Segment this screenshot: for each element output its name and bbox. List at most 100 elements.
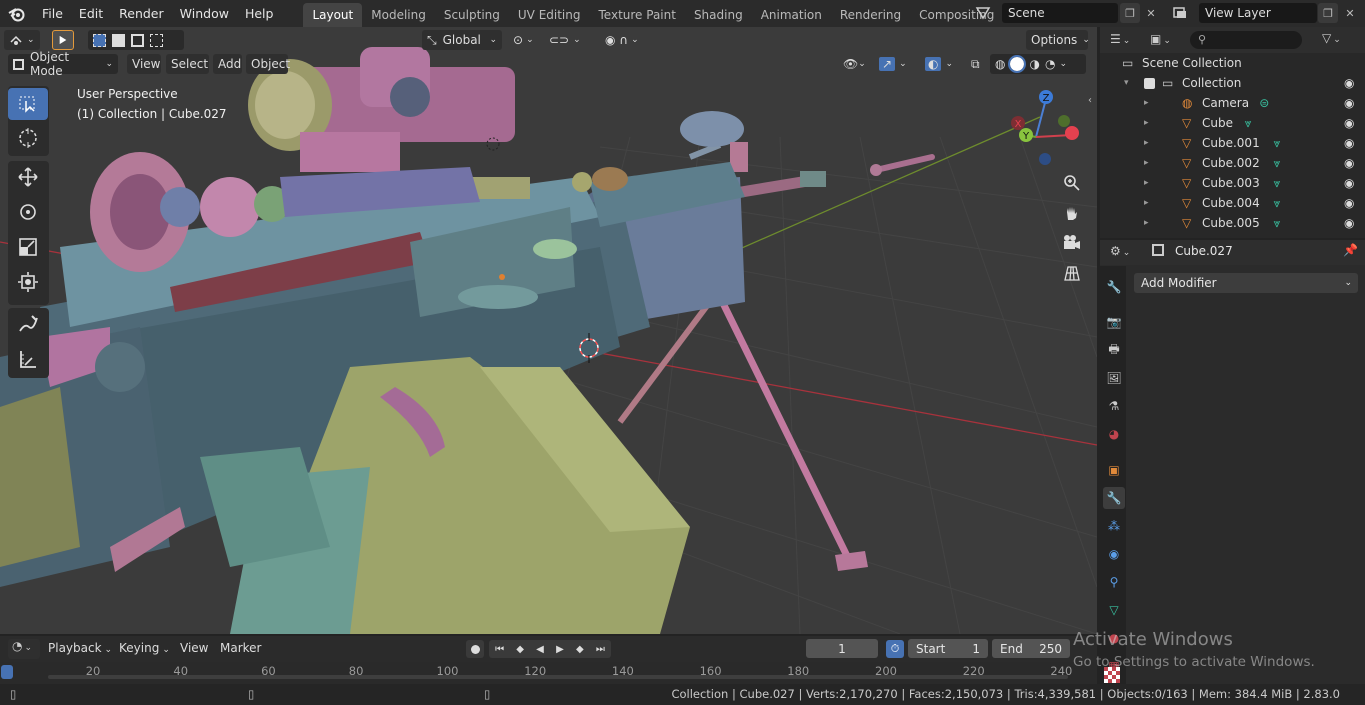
chevron-right-icon[interactable]: ▸ [1144,218,1149,228]
outliner-item[interactable]: ▸ ▽ Cube ⩔ ◉ [1100,113,1365,133]
playhead[interactable] [1,665,13,679]
menu-marker[interactable]: Marker [220,641,261,655]
outliner-item[interactable]: ▸ ▽ Cube.003 ⩔ ◉ [1100,173,1365,193]
3d-viewport[interactable]: ⌄ ⤡ Global ⌄ ⊙ ⌄ ⊂⊃ ⌄ ◉ ∩ ⌄ Options ⌄ Object M… [0,27,1097,634]
pan-hand-icon[interactable] [1058,199,1086,227]
menu-view[interactable]: View [127,54,161,74]
scene-tab-icon[interactable]: ⚗ [1103,395,1125,417]
add-modifier-dropdown[interactable]: Add Modifier ⌄ [1134,273,1358,293]
scene-field[interactable]: Scene [1002,3,1118,23]
wireframe-shading-icon[interactable]: ◍ [995,57,1005,71]
mesh-data-icon[interactable]: ⩔ [1274,216,1281,231]
outliner-item[interactable]: ▸ ▽ Cube.005 ⩔ ◉ [1100,213,1365,233]
mesh-data-icon[interactable]: ⩔ [1274,156,1281,171]
menu-edit[interactable]: Edit [71,0,111,27]
perspective-grid-icon[interactable] [1058,259,1086,287]
mode-dropdown[interactable]: Object Mode ⌄ [8,50,118,78]
gizmo-toggle-icon[interactable]: ↗ ⌄ [874,54,916,74]
visibility-icon[interactable]: 👁 ⌄ [838,54,868,74]
render-tab-icon[interactable]: 📷 [1103,311,1125,333]
scene-icon[interactable] [973,3,993,23]
tab-rendering[interactable]: Rendering [831,3,910,27]
outliner-item[interactable]: ▸ ▽ Cube.004 ⩔ ◉ [1100,193,1365,213]
cursor-tool-icon[interactable] [8,122,48,154]
menu-select[interactable]: Select [166,54,209,74]
menu-window[interactable]: Window [172,0,237,27]
view-layer-field[interactable]: View Layer [1199,3,1317,23]
object-tab-icon[interactable]: ▣ [1103,459,1125,481]
chevron-right-icon[interactable]: ▸ [1144,138,1149,148]
data-tab-icon[interactable]: ▽ [1103,599,1125,621]
transform-tool-icon[interactable] [8,266,48,298]
editor-type-button[interactable]: ⌄ [4,30,40,50]
chevron-right-icon[interactable]: ▸ [1144,118,1149,128]
blender-logo-icon[interactable] [0,0,34,27]
jump-start-icon[interactable]: ⏮ [495,644,504,655]
collection-checkbox[interactable] [1144,77,1155,89]
menu-playback[interactable]: Playback ⌄ [48,641,112,655]
select-invert-icon[interactable] [150,33,163,47]
menu-render[interactable]: Render [111,0,172,27]
select-new-icon[interactable] [93,33,106,47]
outliner-item[interactable]: ▸ ▽ Cube.002 ⩔ ◉ [1100,153,1365,173]
outliner-item[interactable]: ▾ ▭ Collection ◉ [1100,73,1365,93]
jump-end-icon[interactable]: ⏭ [596,644,605,655]
zoom-icon[interactable] [1058,169,1086,197]
world-tab-icon[interactable]: ◕ [1103,423,1125,445]
output-tab-icon[interactable]: 🖶 [1103,339,1125,361]
measure-tool-icon[interactable] [8,343,48,375]
options-dropdown[interactable]: Options ⌄ [1026,30,1090,50]
material-shading-icon[interactable]: ◑ [1029,57,1039,71]
move-tool-icon[interactable] [8,161,48,193]
chevron-right-icon[interactable]: ▸ [1144,158,1149,168]
preview-range-icon[interactable]: ⏱ [886,640,904,658]
display-mode-icon[interactable]: ▣ ⌄ [1150,32,1171,46]
view-layer-tab-icon[interactable]: 🖼 [1103,367,1125,389]
timeline-editor-type-icon[interactable]: ◔ ⌄ [8,639,40,659]
pivot-point-icon[interactable]: ⊙ ⌄ [508,30,540,50]
shading-modes[interactable]: ◍ ◑ ◔ ⌄ [990,54,1086,74]
camera-view-icon[interactable] [1058,229,1086,257]
prev-keyframe-icon[interactable]: ◆ [516,644,524,655]
constraints-tab-icon[interactable]: ⚲ [1103,571,1125,593]
timeline-ruler[interactable]: 20 40 60 80 100 120 140 160 180 200 220 240 [0,662,1097,684]
chevron-right-icon[interactable]: ▸ [1144,198,1149,208]
eye-icon[interactable]: ◉ [1344,96,1354,110]
select-subtract-icon[interactable] [131,33,144,47]
mesh-data-icon[interactable]: ⩔ [1245,116,1252,131]
tab-texture-paint[interactable]: Texture Paint [590,3,685,27]
outliner-item[interactable]: ▸ ◍ Camera ⊜ ◉ [1100,93,1365,113]
chevron-right-icon[interactable]: ▸ [1144,178,1149,188]
snapping-icon[interactable]: ⊂⊃ ⌄ [544,30,596,50]
next-keyframe-icon[interactable]: ◆ [576,644,584,655]
xray-icon[interactable]: ⧉ [966,54,986,74]
select-mode-buttons[interactable] [88,30,184,50]
current-frame-field[interactable]: 1 [806,639,878,658]
eye-icon[interactable]: ◉ [1344,116,1354,130]
mesh-data-icon[interactable]: ⩔ [1274,176,1281,191]
modifier-tab-icon[interactable]: 🔧 [1103,487,1125,509]
tab-animation[interactable]: Animation [752,3,831,27]
pin-icon[interactable]: 📌 [1343,243,1358,257]
tool-tab-icon[interactable]: 🔧 [1103,276,1125,298]
properties-editor-type-icon[interactable]: ⚙ ⌄ [1110,244,1130,258]
annotate-tool-icon[interactable] [8,308,48,340]
eye-icon[interactable]: ◉ [1344,136,1354,150]
play-icon[interactable]: ▶ [556,644,564,655]
menu-object[interactable]: Object [246,54,290,74]
eye-icon[interactable]: ◉ [1344,216,1354,230]
collapse-sidebar-icon[interactable]: ‹ [1088,95,1092,106]
particles-tab-icon[interactable]: ⁂ [1103,515,1125,537]
gizmo-y-positive-icon[interactable] [1058,115,1070,127]
outliner-search-input[interactable]: ⚲ [1190,31,1302,49]
chevron-right-icon[interactable]: ▸ [1144,98,1149,108]
menu-timeline-view[interactable]: View [180,641,208,655]
eye-icon[interactable]: ◉ [1344,176,1354,190]
menu-help[interactable]: Help [237,0,282,27]
gizmo-x-positive-icon[interactable] [1065,126,1079,140]
select-extend-icon[interactable] [112,33,125,47]
menu-add[interactable]: Add [213,54,242,74]
solid-shading-icon[interactable] [1008,55,1027,73]
record-button[interactable] [466,640,484,658]
outliner-scene-collection[interactable]: ▭ Scene Collection [1100,53,1365,73]
